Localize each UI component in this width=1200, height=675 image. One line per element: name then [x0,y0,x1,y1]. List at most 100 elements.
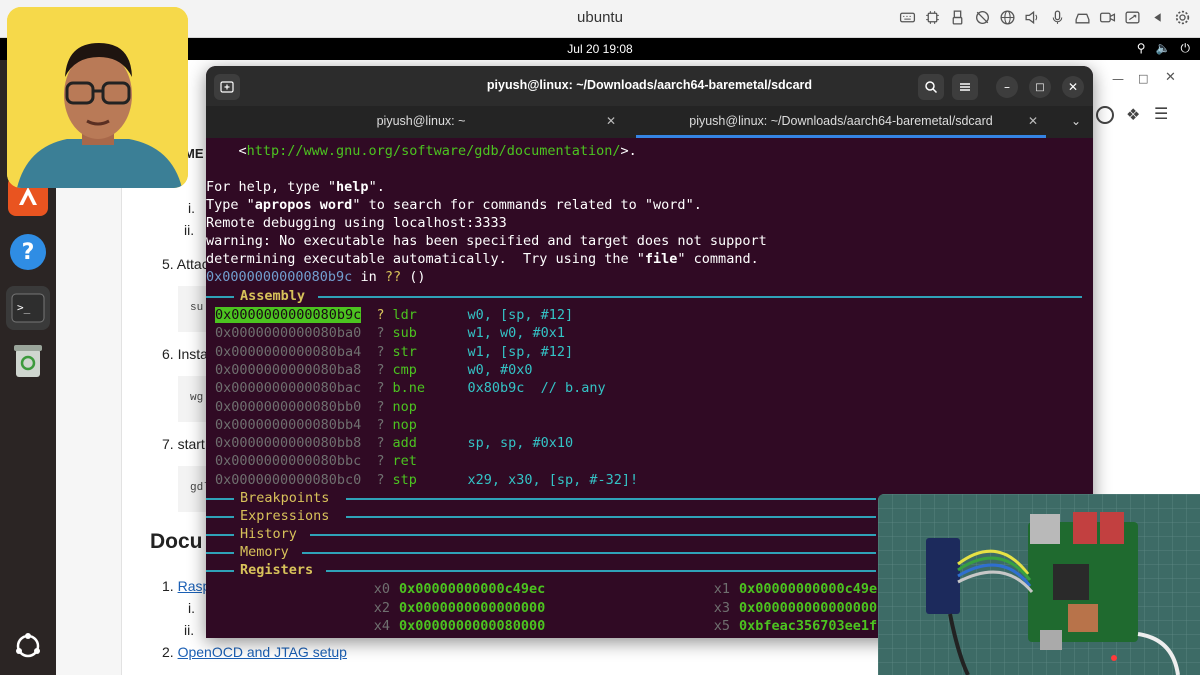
register-name: x0 [373,581,390,597]
network-icon[interactable]: ⚲ [1137,41,1146,56]
section-memory[interactable]: Memory [240,543,289,561]
assembly-row[interactable]: 0x0000000000080bb0? nop [215,398,467,416]
presenter-image [7,7,188,188]
openocd-jtag-link[interactable]: OpenOCD and JTAG setup [178,644,347,660]
list-fragment: i. [188,200,195,216]
register-name: x3 [713,599,730,616]
instruction-flag: ? [376,416,385,433]
assembly-row[interactable]: 0x0000000000080bb8? add sp, sp, #0x10 [215,434,573,452]
text: () [401,269,426,285]
search-button[interactable] [918,74,944,100]
menu-button[interactable] [952,74,978,100]
list-item-7: 7. start [162,436,205,452]
instruction-operands: sp, sp, #0x10 [467,435,574,452]
video-icon[interactable] [1098,8,1117,27]
instruction-address: 0x0000000000080bb4 [215,416,362,433]
minimize-button[interactable]: – [996,76,1018,98]
close-button[interactable]: ✕ [1062,76,1084,98]
register-value: 0x0000000000000000 [399,599,546,616]
section-breakpoints[interactable]: Breakpoints [240,489,329,507]
mic-icon[interactable] [1048,8,1067,27]
instruction-flag: ? [376,471,385,488]
assembly-row[interactable]: 0x0000000000080ba4? str w1, [sp, #12] [215,343,573,361]
list-item-6: 6. Insta [162,346,208,362]
tab-sdcard[interactable]: piyush@linux: ~/Downloads/aarch64-bareme… [636,106,1046,138]
assembly-row[interactable]: 0x0000000000080bac? b.ne 0x80b9c // b.any [215,379,606,397]
instruction-address: 0x0000000000080ba0 [215,325,362,342]
volume-icon[interactable] [1023,8,1042,27]
terminal-tabbar: piyush@linux: ~ ✕ piyush@linux: ~/Downlo… [206,106,1093,138]
assembly-row[interactable]: 0x0000000000080b9c? ldr w0, [sp, #12] [215,306,573,324]
instruction-operands: 0x80b9c // b.any [467,380,606,397]
assembly-row[interactable]: 0x0000000000080bbc? ret [215,452,467,470]
close-icon[interactable]: ✕ [1028,114,1038,128]
vm-toolbar [898,8,1192,27]
output-line: Remote debugging using localhost:3333 [206,215,507,231]
volume-icon[interactable]: 🔈 [1156,41,1171,56]
cpu-icon[interactable] [923,8,942,27]
maximize-button[interactable]: □ [1029,76,1051,98]
assembly-row[interactable]: 0x0000000000080bc0? stp x29, x30, [sp, #-3… [215,471,638,489]
camera-off-icon[interactable] [973,8,992,27]
instruction-operands: w0, #0x0 [467,361,533,378]
drive-icon[interactable] [1073,8,1092,27]
section-rule [326,570,876,572]
section-rule [346,516,876,518]
trash-icon[interactable] [8,341,48,381]
list-fragment: ii. [184,222,195,238]
gdb-doc-url[interactable]: http://www.gnu.org/software/gdb/document… [247,143,621,159]
output-line: <http://www.gnu.org/software/gdb/documen… [206,142,637,160]
system-tray[interactable]: ⚲ 🔈 ⏻ [1137,41,1190,56]
keyboard-icon[interactable] [898,8,917,27]
register-value: 0x0000000000080000 [399,618,546,634]
globe-icon[interactable] [998,8,1017,27]
instruction-opcode: nop [392,398,417,415]
play-icon[interactable] [1148,8,1167,27]
maximize-icon: □ [1035,81,1045,93]
instruction-operands: w1, w0, #0x1 [467,325,565,342]
text: file [644,251,678,267]
tab-label: piyush@linux: ~/Downloads/aarch64-bareme… [689,114,993,128]
chevron-down-icon[interactable]: ⌄ [1071,114,1081,128]
hamburger-icon [960,83,970,91]
tab-home[interactable]: piyush@linux: ~ [206,106,636,138]
usb-icon[interactable] [948,8,967,27]
assembly-row[interactable]: 0x0000000000080ba8? cmp w0, #0x0 [215,361,532,379]
output-line: Type "apropos word" to search for comman… [206,196,702,214]
power-icon[interactable]: ⏻ [1181,41,1191,56]
instruction-flag: ? [376,307,385,323]
assembly-row[interactable]: 0x0000000000080ba0? sub w1, w0, #0x1 [215,324,565,342]
text: ". [368,179,385,195]
instruction-opcode: cmp [392,361,417,378]
section-rule [206,516,234,518]
text: in [352,269,385,285]
share-icon[interactable] [1123,8,1142,27]
section-rule [318,296,1082,298]
instruction-operands: w1, [sp, #12] [467,343,574,360]
register-value: 0xbfeac356703ee1f5 [739,618,886,634]
close-icon[interactable]: ✕ [606,114,616,128]
list-number: 1. [162,578,178,594]
section-rule [310,534,876,536]
section-rule [206,498,234,500]
section-registers[interactable]: Registers [240,561,313,579]
section-expressions[interactable]: Expressions [240,507,329,525]
gear-icon[interactable] [1173,8,1192,27]
close-icon: ✕ [1067,80,1079,94]
register-row: x4 0x0000000000080000 [366,617,546,635]
show-apps-icon[interactable] [8,626,48,666]
output-line: determining executable automatically. Tr… [206,250,759,268]
register-name: x5 [713,618,730,634]
text: apropos word [254,197,353,213]
instruction-opcode: b.ne [392,380,425,397]
svg-text:?: ? [22,240,35,265]
section-rule [206,534,234,536]
section-history[interactable]: History [240,525,297,543]
terminal-icon[interactable]: >_ [6,286,50,330]
section-rule [206,552,234,554]
terminal-headerbar: piyush@linux: ~/Downloads/aarch64-bareme… [206,66,1093,106]
help-icon[interactable]: ? [8,232,48,272]
register-name: x2 [373,599,390,616]
assembly-row[interactable]: 0x0000000000080bb4? nop [215,416,467,434]
section-rule [302,552,876,554]
